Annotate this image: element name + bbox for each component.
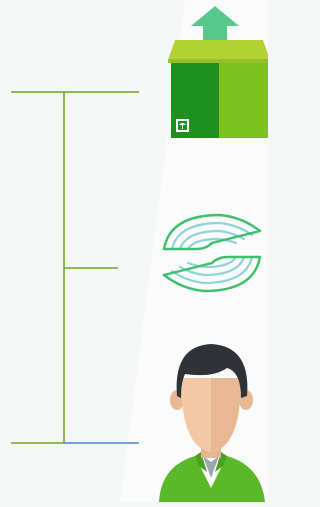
user-avatar-icon (155, 338, 268, 502)
exchange-arrows-icon (156, 205, 268, 301)
package-upload-icon (163, 4, 270, 140)
